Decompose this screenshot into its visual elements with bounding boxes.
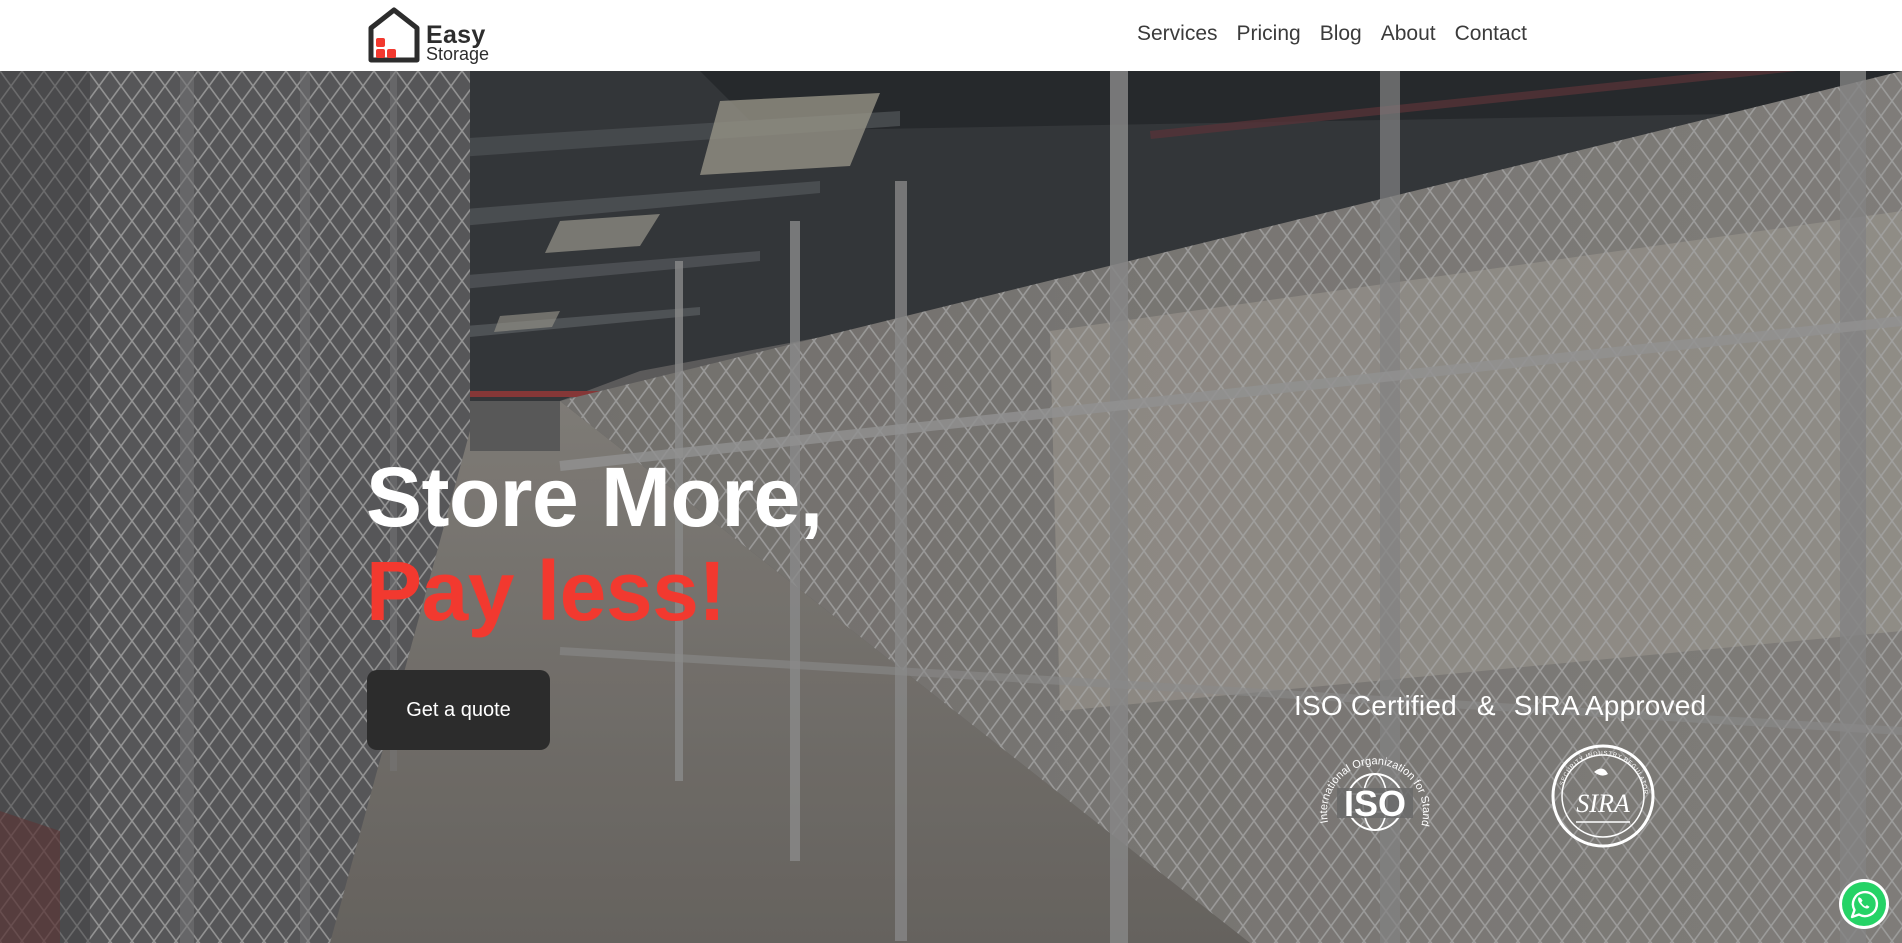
sira-logo: SECURITY INDUSTRY REGULATORY AGENCY SIRA <box>1550 742 1655 848</box>
whatsapp-icon[interactable] <box>1838 878 1890 930</box>
site-header: Easy Storage Services Pricing Blog About… <box>0 0 1902 71</box>
hero-headline-overlay: Store More, Pay less! <box>366 450 823 638</box>
iso-certified-label: ISO Certified <box>1294 690 1457 721</box>
certification-line: ISO Certified & SIRA Approved <box>1294 690 1706 722</box>
sira-approved-label: SIRA Approved <box>1513 690 1707 721</box>
sira-logo-text: SIRA <box>1576 789 1630 818</box>
brand-name-line2: Storage <box>426 44 490 64</box>
nav-pricing[interactable]: Pricing <box>1237 22 1301 45</box>
main-nav: Services Pricing Blog About Contact <box>1137 22 1527 45</box>
nav-blog[interactable]: Blog <box>1320 22 1362 45</box>
svg-text:SECURITY INDUSTRY REGULATORY A: SECURITY INDUSTRY REGULATORY AGENCY <box>1550 742 1648 795</box>
iso-logo-text: ISO <box>1344 783 1406 824</box>
headline-line1: Store More, <box>366 450 823 544</box>
headline-line2: Pay less! <box>366 544 726 638</box>
brand-logo[interactable]: Easy Storage <box>366 6 502 66</box>
cert-separator: & <box>1476 690 1496 721</box>
house-logo-icon <box>368 7 420 63</box>
nav-services[interactable]: Services <box>1137 22 1218 45</box>
iso-logo: International Organization for Standardi… <box>1307 742 1432 831</box>
nav-contact[interactable]: Contact <box>1455 22 1527 45</box>
nav-about[interactable]: About <box>1381 22 1436 45</box>
sira-ring-text: SECURITY INDUSTRY REGULATORY AGENCY <box>1550 742 1647 795</box>
get-quote-button[interactable]: Get a quote <box>367 670 550 750</box>
